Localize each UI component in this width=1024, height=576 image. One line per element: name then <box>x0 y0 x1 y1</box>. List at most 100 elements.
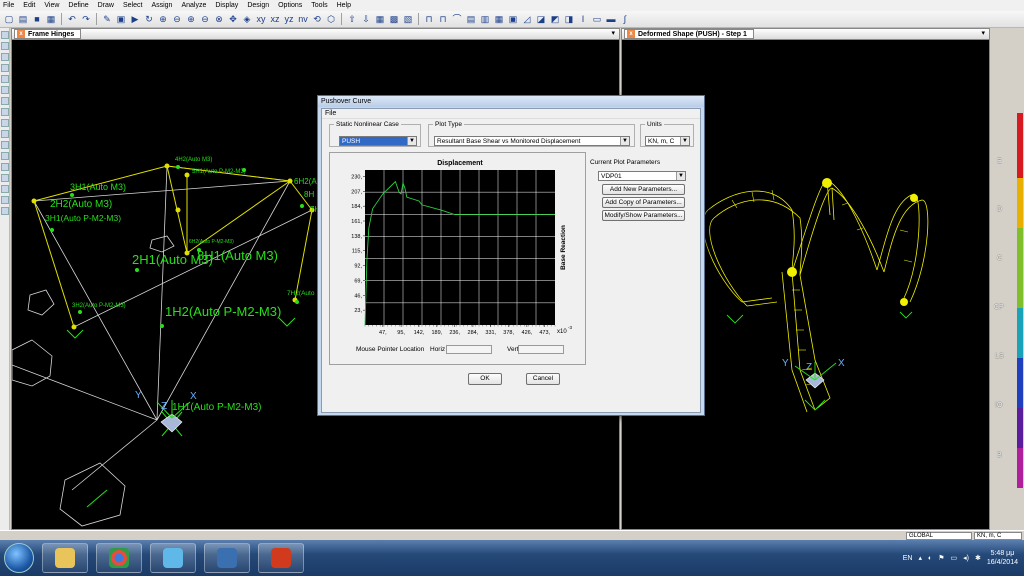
draw-point-icon[interactable] <box>1 53 9 61</box>
rotate-icon[interactable]: ⟲ <box>311 13 323 25</box>
cancel-button[interactable]: Cancel <box>526 373 560 385</box>
select-all-icon[interactable] <box>1 119 9 127</box>
new-file-icon[interactable]: ▢ <box>3 13 15 25</box>
zoom-out-icon[interactable]: ⊖ <box>171 13 183 25</box>
pushover-curve-dialog[interactable]: Pushover Curve File Static Nonlinear Cas… <box>317 95 705 416</box>
taskbar-sap2000-button[interactable] <box>258 543 304 573</box>
add-copy-parameters-button[interactable]: Add Copy of Parameters... <box>602 197 685 208</box>
pointer-icon[interactable] <box>1 31 9 39</box>
taskbar-app-button[interactable] <box>204 543 250 573</box>
chart-icon[interactable]: ▥ <box>479 13 491 25</box>
window-menu-chevron-down-icon[interactable]: ▾ <box>611 29 615 37</box>
select-previous-icon[interactable] <box>1 130 9 138</box>
snap-mid-icon[interactable] <box>1 185 9 193</box>
view-nv-button[interactable]: nv <box>297 13 309 25</box>
zoom-all-icon[interactable]: ⊗ <box>213 13 225 25</box>
network-icon[interactable]: ◐ <box>928 555 932 562</box>
static-nonlinear-case-select[interactable]: PUSH ▼ <box>339 136 417 146</box>
down-arrow-icon[interactable]: ⇩ <box>360 13 372 25</box>
menu-item-display[interactable]: Display <box>215 2 238 9</box>
chevron-down-icon[interactable]: ▼ <box>407 137 416 145</box>
perspective-icon[interactable]: ⬡ <box>325 13 337 25</box>
app-tray-icon[interactable]: ✱ <box>975 554 981 562</box>
design-icon[interactable]: ◿ <box>521 13 533 25</box>
snap-intersection-icon[interactable] <box>1 196 9 204</box>
taskbar-mail-button[interactable] <box>150 543 196 573</box>
menu-item-assign[interactable]: Assign <box>151 2 172 9</box>
shrink-icon[interactable]: ▩ <box>388 13 400 25</box>
pan-icon[interactable]: ✥ <box>227 13 239 25</box>
refresh-icon[interactable]: ↻ <box>143 13 155 25</box>
menu-item-select[interactable]: Select <box>123 2 142 9</box>
coordinate-system-select[interactable]: GLOBAL <box>906 532 972 540</box>
chevron-down-icon[interactable]: ▼ <box>676 172 685 180</box>
close-icon[interactable]: x <box>627 30 635 38</box>
pencil-icon[interactable]: ✎ <box>101 13 113 25</box>
draw-area-icon[interactable] <box>1 97 9 105</box>
menu-item-design[interactable]: Design <box>247 2 269 9</box>
frame-hinges-tab[interactable]: x Frame Hinges <box>14 29 82 39</box>
redo-icon[interactable]: ↷ <box>80 13 92 25</box>
show-hidden-icons-icon[interactable]: ▴ <box>918 554 922 562</box>
ok-button[interactable]: OK <box>468 373 502 385</box>
close-icon[interactable]: x <box>17 30 25 38</box>
chevron-down-icon[interactable]: ▼ <box>680 137 689 145</box>
reshape-icon[interactable] <box>1 42 9 50</box>
frame-section-icon[interactable]: ⊓ <box>437 13 449 25</box>
color-icon[interactable]: ▬ <box>605 13 617 25</box>
units-select[interactable]: KN, m, C <box>974 532 1022 540</box>
frame-icon[interactable]: ⊓ <box>423 13 435 25</box>
run-icon[interactable]: ▶ <box>129 13 141 25</box>
deformed-shape-tab[interactable]: x Deformed Shape (PUSH) - Step 1 <box>624 29 754 39</box>
menu-item-analyze[interactable]: Analyze <box>181 2 206 9</box>
zoom-in-icon[interactable]: ⊕ <box>157 13 169 25</box>
units-select[interactable]: KN, m, C ▼ <box>645 136 690 146</box>
print-icon[interactable]: ▦ <box>45 13 57 25</box>
steel-icon[interactable]: ◩ <box>549 13 561 25</box>
plot-type-select[interactable]: Resultant Base Shear vs Monitored Displa… <box>434 136 630 146</box>
function-icon[interactable]: ∫ <box>619 13 631 25</box>
intersect-icon[interactable] <box>1 152 9 160</box>
section-cut-icon[interactable]: I <box>577 13 589 25</box>
menu-item-view[interactable]: View <box>44 2 59 9</box>
draw-solid-icon[interactable] <box>1 108 9 116</box>
view-xy-button[interactable]: xy <box>255 13 267 25</box>
draw-frame-icon[interactable] <box>1 64 9 72</box>
pushover-chart[interactable]: Displacement 23, 46, 69, 92, 115, 138, 161, 184,… <box>329 152 586 342</box>
grid-icon[interactable]: ▦ <box>374 13 386 25</box>
language-indicator[interactable]: EN <box>903 555 913 562</box>
display-icon[interactable]: ▭ <box>950 554 957 562</box>
start-button[interactable] <box>4 543 34 573</box>
view-xz-button[interactable]: xz <box>269 13 281 25</box>
menu-item-edit[interactable]: Edit <box>23 2 35 9</box>
menu-item-tools[interactable]: Tools <box>311 2 327 9</box>
menu-item-help[interactable]: Help <box>337 2 351 9</box>
check-icon[interactable]: ◪ <box>535 13 547 25</box>
menu-item-options[interactable]: Options <box>278 2 302 9</box>
beam-icon[interactable]: ⌒ <box>451 13 463 25</box>
concrete-icon[interactable]: ◨ <box>563 13 575 25</box>
undo-icon[interactable]: ↶ <box>66 13 78 25</box>
dialog-file-menu[interactable]: File <box>322 109 700 119</box>
draw-line-icon[interactable] <box>1 75 9 83</box>
plot-parameters-select[interactable]: VDP01 ▼ <box>598 171 686 181</box>
lock-icon[interactable]: ▣ <box>115 13 127 25</box>
display-options-icon[interactable]: ▭ <box>591 13 603 25</box>
modify-show-parameters-button[interactable]: Modify/Show Parameters... <box>602 210 685 221</box>
save-icon[interactable]: ■ <box>31 13 43 25</box>
table-icon[interactable]: ▤ <box>465 13 477 25</box>
clock[interactable]: 5:48 μμ 16/4/2014 <box>987 549 1018 567</box>
add-new-parameters-button[interactable]: Add New Parameters... <box>602 184 685 195</box>
menu-item-draw[interactable]: Draw <box>98 2 114 9</box>
window-menu-chevron-down-icon[interactable]: ▾ <box>981 29 985 37</box>
snap-point-icon[interactable] <box>1 163 9 171</box>
chevron-down-icon[interactable]: ▼ <box>620 137 629 145</box>
up-arrow-icon[interactable]: ⇧ <box>346 13 358 25</box>
clear-selection-icon[interactable] <box>1 141 9 149</box>
volume-icon[interactable]: ◂) <box>963 554 969 562</box>
analysis-icon[interactable]: ▦ <box>493 13 505 25</box>
snap-perpendicular-icon[interactable] <box>1 207 9 215</box>
menu-item-define[interactable]: Define <box>68 2 88 9</box>
taskbar-explorer-button[interactable] <box>42 543 88 573</box>
zoom-restore-icon[interactable]: ⊖ <box>199 13 211 25</box>
